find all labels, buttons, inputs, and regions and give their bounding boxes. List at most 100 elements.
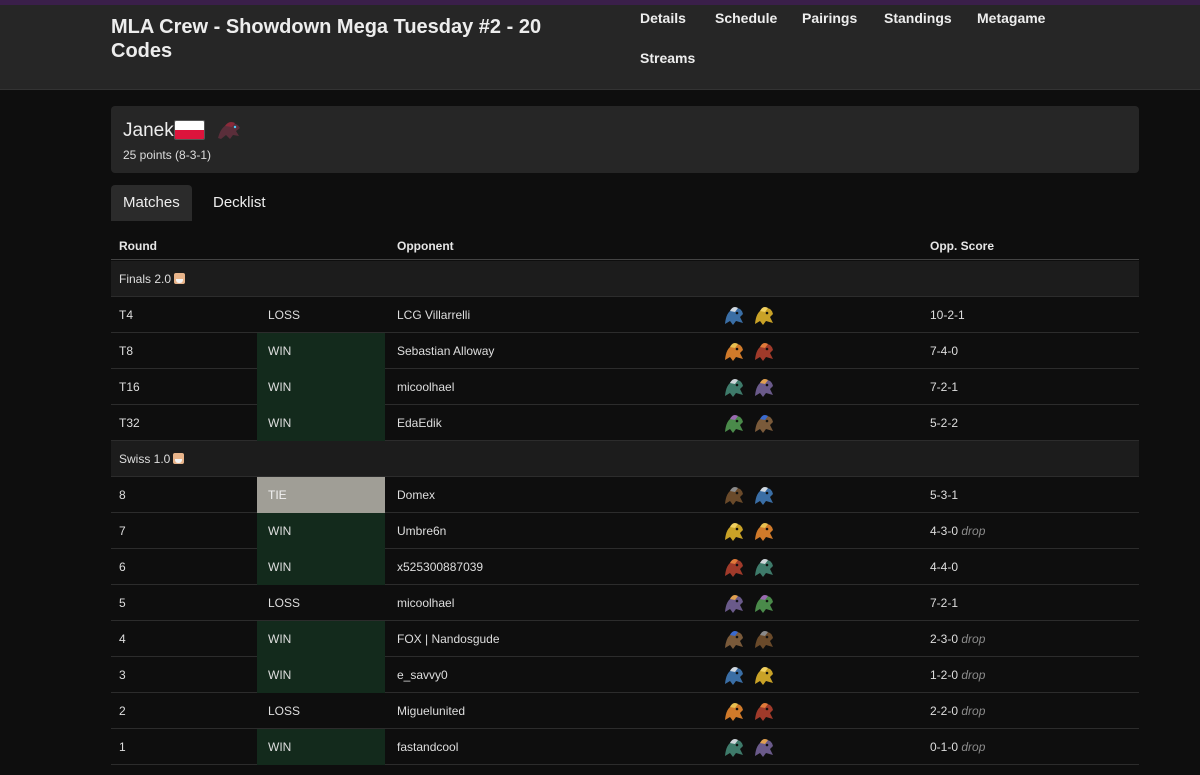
opponent-name-link[interactable]: e_savvy0 bbox=[397, 668, 448, 682]
round-number: 6 bbox=[119, 560, 126, 574]
opponent-pokemon-1-icon bbox=[725, 667, 743, 685]
opponent-score-value: 4-4-0 bbox=[930, 560, 959, 574]
nav-standings[interactable]: Standings bbox=[884, 10, 952, 26]
drop-label: drop bbox=[958, 704, 986, 718]
opponent-pokemon-1-icon bbox=[725, 415, 743, 433]
result-cell: LOSS bbox=[257, 693, 385, 729]
nav-details[interactable]: Details bbox=[640, 10, 686, 26]
drop-label: drop bbox=[958, 668, 986, 682]
opponent-pokemon-2-icon bbox=[755, 667, 773, 685]
match-row: 1 WIN fastandcool 0-1-0 drop bbox=[111, 729, 1139, 765]
match-row: 4 WIN FOX | Nandosgude 2-3-0 drop bbox=[111, 621, 1139, 657]
result-label: LOSS bbox=[268, 596, 301, 610]
opponent-pokemon-2-icon bbox=[755, 559, 773, 577]
opponent-name-link[interactable]: fastandcool bbox=[397, 740, 458, 754]
opponent-score-value: 10-2-1 bbox=[930, 308, 965, 322]
match-row: T8 WIN Sebastian Alloway 7-4-0 bbox=[111, 333, 1139, 369]
opponent-name-link[interactable]: FOX | Nandosgude bbox=[397, 632, 500, 646]
opponent-score: 5-2-2 bbox=[930, 416, 958, 430]
result-label: WIN bbox=[268, 380, 292, 394]
header-round: Round bbox=[119, 239, 157, 253]
opponent-pokemon-2-icon bbox=[755, 379, 773, 397]
match-row: T32 WIN EdaEdik 5-2-2 bbox=[111, 405, 1139, 441]
opponent-name-link[interactable]: x525300887039 bbox=[397, 560, 483, 574]
match-row: 8 TIE Domex 5-3-1 bbox=[111, 477, 1139, 513]
opponent-name-link[interactable]: Umbre6n bbox=[397, 524, 446, 538]
opponent-score-value: 5-2-2 bbox=[930, 416, 959, 430]
nav-schedule[interactable]: Schedule bbox=[715, 10, 777, 26]
opponent-score: 7-2-1 bbox=[930, 596, 958, 610]
opponent-score: 1-2-0 drop bbox=[930, 668, 985, 682]
opponent-score: 10-2-1 bbox=[930, 308, 965, 322]
result-cell: WIN bbox=[257, 549, 385, 585]
nav-metagame[interactable]: Metagame bbox=[977, 10, 1045, 26]
result-label: WIN bbox=[268, 632, 292, 646]
round-number: 7 bbox=[119, 524, 126, 538]
player-points: 25 points (8-3-1) bbox=[123, 148, 212, 162]
opponent-score-value: 5-3-1 bbox=[930, 488, 959, 502]
section-row: Finals 2.0 bbox=[111, 261, 1139, 297]
opponent-score: 2-3-0 drop bbox=[930, 632, 985, 646]
round-number: T4 bbox=[119, 308, 134, 322]
result-label: LOSS bbox=[268, 704, 301, 718]
opponent-pokemon-1-icon bbox=[725, 307, 743, 325]
site-header: MLA Crew - Showdown Mega Tuesday #2 - 20… bbox=[0, 5, 1200, 90]
section-label: Swiss 1.0 bbox=[119, 452, 185, 466]
opponent-pokemon-1-icon bbox=[725, 487, 743, 505]
opponent-name-link[interactable]: EdaEdik bbox=[397, 416, 442, 430]
section-label-text: Swiss 1.0 bbox=[119, 452, 171, 466]
opponent-score-value: 7-2-1 bbox=[930, 596, 959, 610]
result-cell: WIN bbox=[257, 333, 385, 369]
result-cell: WIN bbox=[257, 729, 385, 765]
result-label: WIN bbox=[268, 416, 292, 430]
result-cell: WIN bbox=[257, 621, 385, 657]
tab-decklist[interactable]: Decklist bbox=[201, 185, 278, 221]
player-card: Janek 25 points (8-3-1) bbox=[111, 106, 1139, 173]
opponent-name-link[interactable]: LCG Villarrelli bbox=[397, 308, 470, 322]
player-name: Janek bbox=[123, 120, 174, 141]
tab-matches[interactable]: Matches bbox=[111, 185, 192, 221]
nav-pairings[interactable]: Pairings bbox=[802, 10, 857, 26]
opponent-score-value: 0-1-0 bbox=[930, 740, 959, 754]
result-label: WIN bbox=[268, 524, 292, 538]
result-label: WIN bbox=[268, 344, 292, 358]
round-number: 2 bbox=[119, 704, 126, 718]
opponent-pokemon-2-icon bbox=[755, 415, 773, 433]
drop-label: drop bbox=[958, 632, 986, 646]
opponent-pokemon-2-icon bbox=[755, 595, 773, 613]
header-opp-score: Opp. Score bbox=[930, 239, 995, 253]
opponent-name-link[interactable]: micoolhael bbox=[397, 380, 454, 394]
match-row: T16 WIN micoolhael 7-2-1 bbox=[111, 369, 1139, 405]
opponent-score: 7-4-0 bbox=[930, 344, 958, 358]
result-cell: WIN bbox=[257, 657, 385, 693]
opponent-score: 4-4-0 bbox=[930, 560, 958, 574]
result-label: LOSS bbox=[268, 308, 301, 322]
opponent-score: 0-1-0 drop bbox=[930, 740, 985, 754]
matches-table-header: Round Opponent Opp. Score bbox=[111, 232, 1139, 260]
nav-streams[interactable]: Streams bbox=[640, 50, 695, 66]
round-number: 3 bbox=[119, 668, 126, 682]
opponent-name-link[interactable]: micoolhael bbox=[397, 596, 454, 610]
opponent-pokemon-2-icon bbox=[755, 307, 773, 325]
round-number: T16 bbox=[119, 380, 140, 394]
opponent-pokemon-1-icon bbox=[725, 739, 743, 757]
opponent-score-value: 4-3-0 bbox=[930, 524, 959, 538]
round-number: 5 bbox=[119, 596, 126, 610]
poland-flag-icon bbox=[174, 120, 205, 140]
opponent-name-link[interactable]: Domex bbox=[397, 488, 435, 502]
opponent-name-link[interactable]: Miguelunited bbox=[397, 704, 465, 718]
opponent-pokemon-2-icon bbox=[755, 487, 773, 505]
player-pokemon-icon bbox=[218, 122, 240, 139]
opponent-name-link[interactable]: Sebastian Alloway bbox=[397, 344, 494, 358]
opponent-pokemon-1-icon bbox=[725, 523, 743, 541]
opponent-pokemon-1-icon bbox=[725, 703, 743, 721]
drop-label: drop bbox=[958, 740, 986, 754]
opponent-score: 4-3-0 drop bbox=[930, 524, 985, 538]
result-cell: LOSS bbox=[257, 297, 385, 333]
opponent-pokemon-1-icon bbox=[725, 343, 743, 361]
opponent-pokemon-1-icon bbox=[725, 631, 743, 649]
opponent-score-value: 2-2-0 bbox=[930, 704, 959, 718]
match-row: 5 LOSS micoolhael 7-2-1 bbox=[111, 585, 1139, 621]
santa-icon bbox=[174, 273, 186, 284]
match-row: 3 WIN e_savvy0 1-2-0 drop bbox=[111, 657, 1139, 693]
